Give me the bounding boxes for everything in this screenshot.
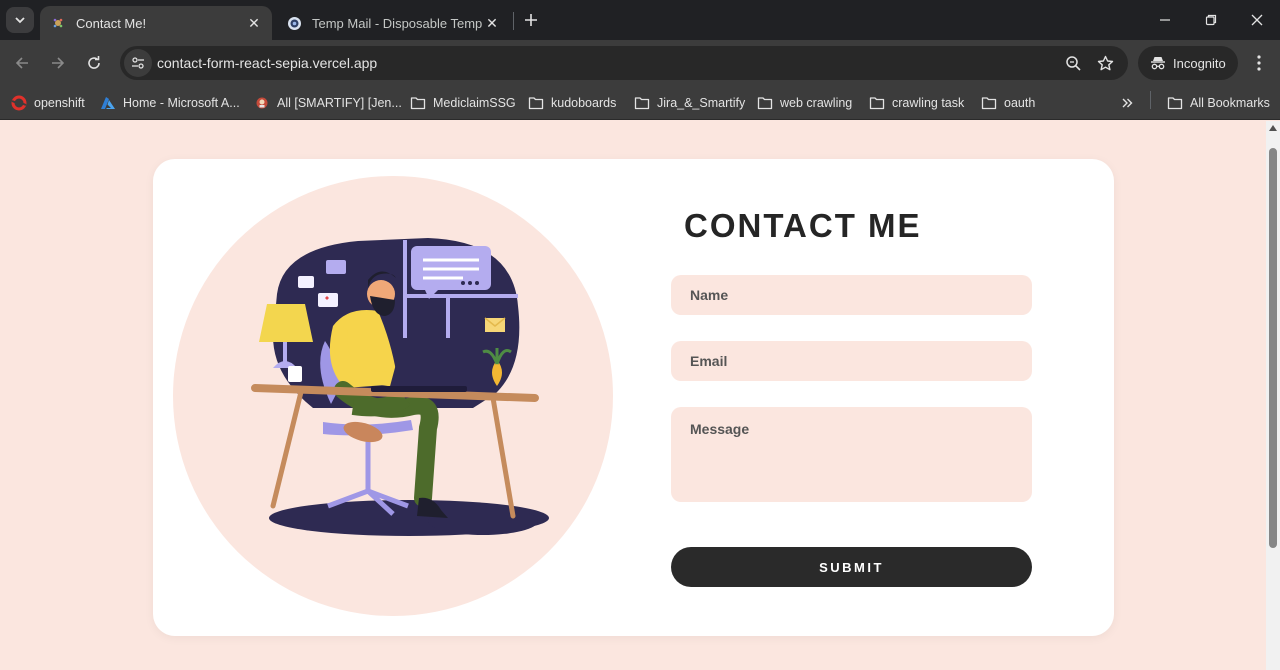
address-bar[interactable]: contact-form-react-sepia.vercel.app [120, 46, 1128, 80]
folder-icon [869, 95, 885, 111]
plus-icon [525, 14, 537, 26]
openshift-icon [11, 95, 27, 111]
browser-toolbar: contact-form-react-sepia.vercel.app Inco… [0, 40, 1280, 86]
new-tab-button[interactable] [520, 9, 542, 31]
contact-card: CONTACT ME SUBMIT [153, 159, 1114, 636]
close-icon [1251, 14, 1263, 26]
bookmark-folder-crawling-task[interactable]: crawling task [869, 92, 964, 114]
tab-strip: Contact Me! ✕ Temp Mail - Disposable Tem… [0, 0, 1280, 40]
url-text[interactable]: contact-form-react-sepia.vercel.app [157, 55, 377, 71]
folder-icon [757, 95, 773, 111]
incognito-indicator[interactable]: Incognito [1138, 46, 1238, 80]
tab-divider [513, 12, 514, 30]
all-bookmarks-button[interactable]: All Bookmarks [1167, 92, 1270, 114]
tab-title: Temp Mail - Disposable Tempor [312, 15, 482, 31]
back-button[interactable] [8, 49, 36, 77]
submit-button[interactable]: SUBMIT [671, 547, 1032, 587]
incognito-label: Incognito [1173, 55, 1226, 71]
arrow-left-icon [15, 57, 28, 69]
message-textarea[interactable] [671, 407, 1032, 502]
bookmark-folder-oauth[interactable]: oauth [981, 92, 1035, 114]
restore-icon [1205, 14, 1217, 26]
bookmark-folder-kudoboards[interactable]: kudoboards [528, 92, 616, 114]
folder-icon [1167, 95, 1183, 111]
incognito-icon [1151, 57, 1165, 70]
more-bookmarks-button[interactable] [1118, 94, 1136, 112]
vertical-scrollbar[interactable] [1266, 121, 1280, 670]
reload-button[interactable] [80, 49, 108, 77]
azure-icon [100, 95, 116, 111]
bookmarks-bar: openshift Home - Microsoft A... All [SMA… [0, 86, 1280, 120]
bookmark-folder-mediclaimssg[interactable]: MediclaimSSG [410, 92, 516, 114]
bookmark-smartify-jenkins[interactable]: All [SMARTIFY] [Jen... [254, 92, 402, 114]
tab-temp-mail[interactable]: Temp Mail - Disposable Tempor ✕ [276, 6, 510, 40]
bookmark-openshift[interactable]: openshift [11, 92, 85, 114]
minimize-icon [1160, 19, 1170, 21]
bookmark-microsoft-azure[interactable]: Home - Microsoft A... [100, 92, 240, 114]
arrow-right-icon [52, 57, 65, 69]
scrollbar-thumb[interactable] [1269, 148, 1277, 548]
email-input[interactable] [671, 341, 1032, 381]
star-icon [1097, 55, 1113, 70]
folder-icon [410, 95, 426, 111]
close-window-button[interactable] [1234, 0, 1280, 40]
site-info-button[interactable] [124, 49, 152, 77]
page-title: CONTACT ME [684, 207, 922, 244]
chevron-double-right-icon [1122, 98, 1133, 108]
bookmark-folder-jira-smartify[interactable]: Jira_&_Smartify [634, 92, 745, 114]
bookmark-star-button[interactable] [1095, 53, 1115, 73]
minimize-button[interactable] [1142, 0, 1188, 40]
page-favicon-icon [50, 15, 66, 31]
folder-icon [634, 95, 650, 111]
jenkins-icon [254, 95, 270, 111]
contact-illustration [173, 176, 613, 616]
bookmark-folder-web-crawling[interactable]: web crawling [757, 92, 852, 114]
scroll-up-arrow-icon[interactable] [1269, 125, 1277, 131]
tune-icon [132, 57, 144, 69]
tab-contact-me[interactable]: Contact Me! ✕ [40, 6, 272, 40]
more-vertical-icon [1257, 55, 1261, 71]
chevron-down-icon [15, 17, 25, 24]
forward-button[interactable] [44, 49, 72, 77]
tab-search-button[interactable] [6, 7, 34, 33]
reload-icon [88, 56, 100, 69]
browser-menu-button[interactable] [1248, 51, 1270, 75]
close-icon[interactable]: ✕ [482, 13, 502, 33]
folder-icon [528, 95, 544, 111]
close-icon[interactable]: ✕ [244, 13, 264, 33]
restore-button[interactable] [1188, 0, 1234, 40]
bookmarks-divider [1150, 91, 1151, 109]
temp-mail-favicon-icon [286, 15, 302, 31]
zoom-icon [1065, 55, 1081, 71]
name-input[interactable] [671, 275, 1032, 315]
folder-icon [981, 95, 997, 111]
page-viewport: CONTACT ME SUBMIT [0, 121, 1266, 670]
zoom-button[interactable] [1063, 53, 1083, 73]
tab-title: Contact Me! [76, 15, 147, 31]
